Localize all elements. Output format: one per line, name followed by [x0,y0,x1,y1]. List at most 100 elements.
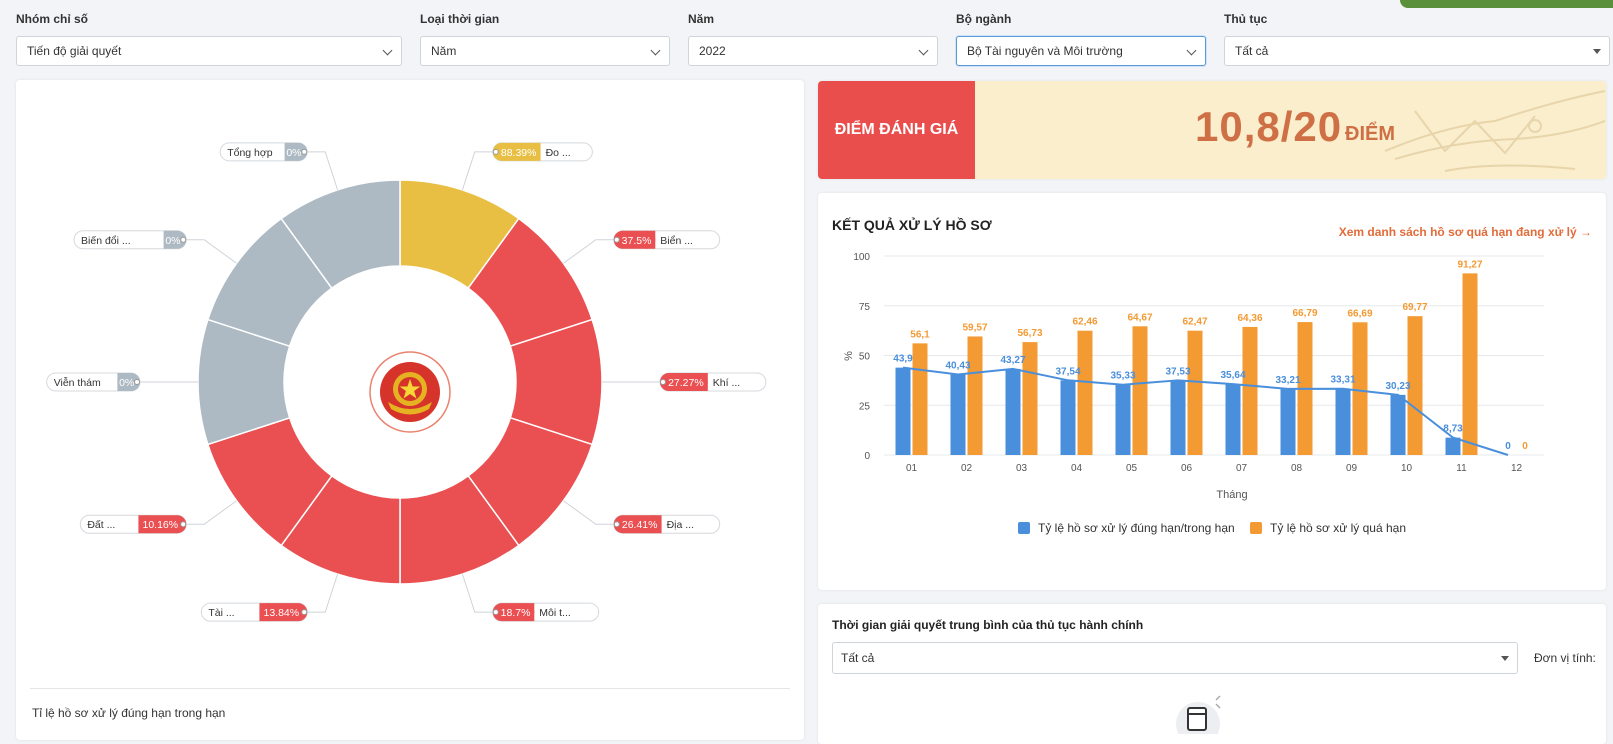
data-label-overdue: 66,69 [1347,308,1372,319]
avg-time-title: Thời gian giải quyết trung bình của thủ … [832,618,1144,632]
legend-item-overdue[interactable]: Tỷ lệ hồ sơ xử lý quá hạn [1250,521,1406,535]
results-bar-chart: 56,1 43,9 59,57 40,43 56,73 43,27 62,46 37,54 64… [843,252,1544,501]
x-tick-label: 12 [1511,463,1523,474]
callout-line [563,239,614,264]
data-label-overdue: 62,47 [1182,317,1207,328]
ministry-select[interactable]: Bộ Tài nguyên và Môi trường [956,36,1206,66]
bar-ontime[interactable] [895,367,911,455]
bar-ontime[interactable] [1115,384,1131,455]
callout-text: Tổng hợp [227,147,273,159]
bar-overdue[interactable] [1352,322,1368,455]
bar-overdue[interactable] [1187,330,1203,455]
filter-group-procedure: Thủ tục Tất cả [1224,12,1610,66]
filter-group-ministry: Bộ ngành Bộ Tài nguyên và Môi trường [956,12,1206,66]
callout-percent: 0% [165,235,180,247]
x-tick-label: 07 [1236,463,1248,474]
avg-procedure-value: Tất cả [841,651,875,665]
callout-percent: 10.16% [143,519,179,531]
score-card: ĐIỂM ĐÁNH GIÁ 10,8/20 ĐIỂM [818,81,1606,179]
bar-overdue[interactable] [1242,326,1258,455]
bar-overdue[interactable] [1077,330,1093,455]
filter-label-index: Nhóm chỉ số [16,12,89,26]
data-label-overdue: 56,1 [910,329,930,340]
data-label-ontime: 43,9 [893,354,913,365]
donut-callout-label[interactable]: 26.41% Địa ... [613,514,721,534]
bar-ontime[interactable] [1390,394,1406,455]
donut-callout-label[interactable]: Tổng hợp 0% [219,142,308,162]
data-label-overdue: 64,67 [1127,312,1152,323]
data-label-overdue: 0 [1522,441,1528,452]
callout-text: Môi t... [539,607,571,619]
data-label-overdue: 66,79 [1292,308,1317,319]
procedure-select[interactable]: Tất cả [1224,36,1610,66]
y-tick-label: 50 [859,352,871,363]
callout-text: Biến đổi ... [81,235,131,247]
legend-swatch-overdue [1250,521,1263,534]
donut-callout-label[interactable]: 37.5% Biển ... [613,230,721,250]
x-tick-label: 10 [1401,463,1413,474]
bar-ontime[interactable] [1060,380,1076,455]
score-panel: 10,8/20 ĐIỂM [975,81,1606,179]
bar-overdue[interactable] [912,343,928,455]
filter-label-year: Năm [688,12,715,26]
national-emblem-icon [369,351,451,433]
score-value: 10,8/20 [1195,103,1343,150]
y-tick-label: 100 [853,252,870,263]
chevron-down-icon [1186,45,1197,56]
year-value: 2022 [699,44,726,58]
x-tick-label: 11 [1456,463,1467,474]
callout-text: Viễn thám [54,376,101,389]
callout-line [461,573,493,613]
bar-overdue[interactable] [1132,326,1148,455]
x-tick-label: 09 [1346,463,1358,474]
donut-callout-label[interactable]: Viễn thám 0% [46,372,141,392]
data-label-overdue: 69,77 [1402,302,1427,313]
bar-ontime[interactable] [1005,368,1021,455]
donut-callout-label[interactable]: Tài ... 13.84% [200,602,308,622]
donut-callout-label[interactable]: Đất ... 10.16% [79,514,187,534]
callout-percent: 27.27% [668,377,704,389]
time-type-value: Năm [431,44,457,58]
callout-percent: 13.84% [264,607,300,619]
legend-swatch-ontime [1018,521,1030,534]
chevron-down-icon [918,45,929,56]
bar-overdue[interactable] [967,336,983,455]
bar-ontime[interactable] [1280,388,1296,455]
data-label-ontime: 37,54 [1055,366,1080,377]
x-tick-label: 05 [1126,463,1138,474]
donut-callout-label[interactable]: Biến đổi ... 0% [73,230,187,250]
avg-procedure-select[interactable]: Tất cả [832,642,1518,674]
bar-overdue[interactable] [1462,273,1478,455]
index-group-select[interactable]: Tiến độ giải quyết [16,36,402,66]
filter-group-index: Nhóm chỉ số Tiến độ giải quyết [16,12,402,66]
legend-label-ontime: Tỷ lệ hồ sơ xử lý đúng hạn/trong hạn [1038,520,1235,535]
filter-label-ministry: Bộ ngành [956,12,1012,26]
donut-callout-label[interactable]: 88.39% Đo ... [492,142,593,162]
callout-text: Khí ... [713,377,740,389]
bar-ontime[interactable] [950,374,966,455]
data-label-overdue: 59,57 [962,322,987,333]
data-label-ontime: 30,23 [1385,381,1410,392]
data-label-ontime: 40,43 [945,361,970,372]
caret-down-icon [1501,656,1509,661]
year-select[interactable]: 2022 [688,36,938,66]
ministry-value: Bộ Tài nguyên và Môi trường [967,44,1123,58]
donut-callout-label[interactable]: 18.7% Môi t... [492,602,600,622]
x-tick-label: 02 [961,463,973,474]
x-tick-label: 08 [1291,463,1303,474]
data-label-overdue: 91,27 [1457,259,1482,270]
callout-text: Đất ... [87,519,115,531]
bar-ontime[interactable] [1335,388,1351,455]
time-type-select[interactable]: Năm [420,36,670,66]
bar-ontime[interactable] [1170,380,1186,455]
chart-legend: Tỷ lệ hồ sơ xử lý đúng hạn/trong hạn Tỷ … [818,520,1606,535]
callout-percent: 37.5% [622,235,652,247]
score-label: ĐIỂM ĐÁNH GIÁ [818,81,975,179]
legend-item-ontime[interactable]: Tỷ lệ hồ sơ xử lý đúng hạn/trong hạn [1018,521,1235,535]
donut-callout-label[interactable]: 27.27% Khí ... [659,372,767,392]
callout-line [307,151,339,191]
y-tick-label: 25 [859,401,871,412]
bar-ontime[interactable] [1225,384,1241,455]
x-tick-label: 03 [1016,463,1028,474]
data-label-overdue: 64,36 [1237,313,1262,324]
